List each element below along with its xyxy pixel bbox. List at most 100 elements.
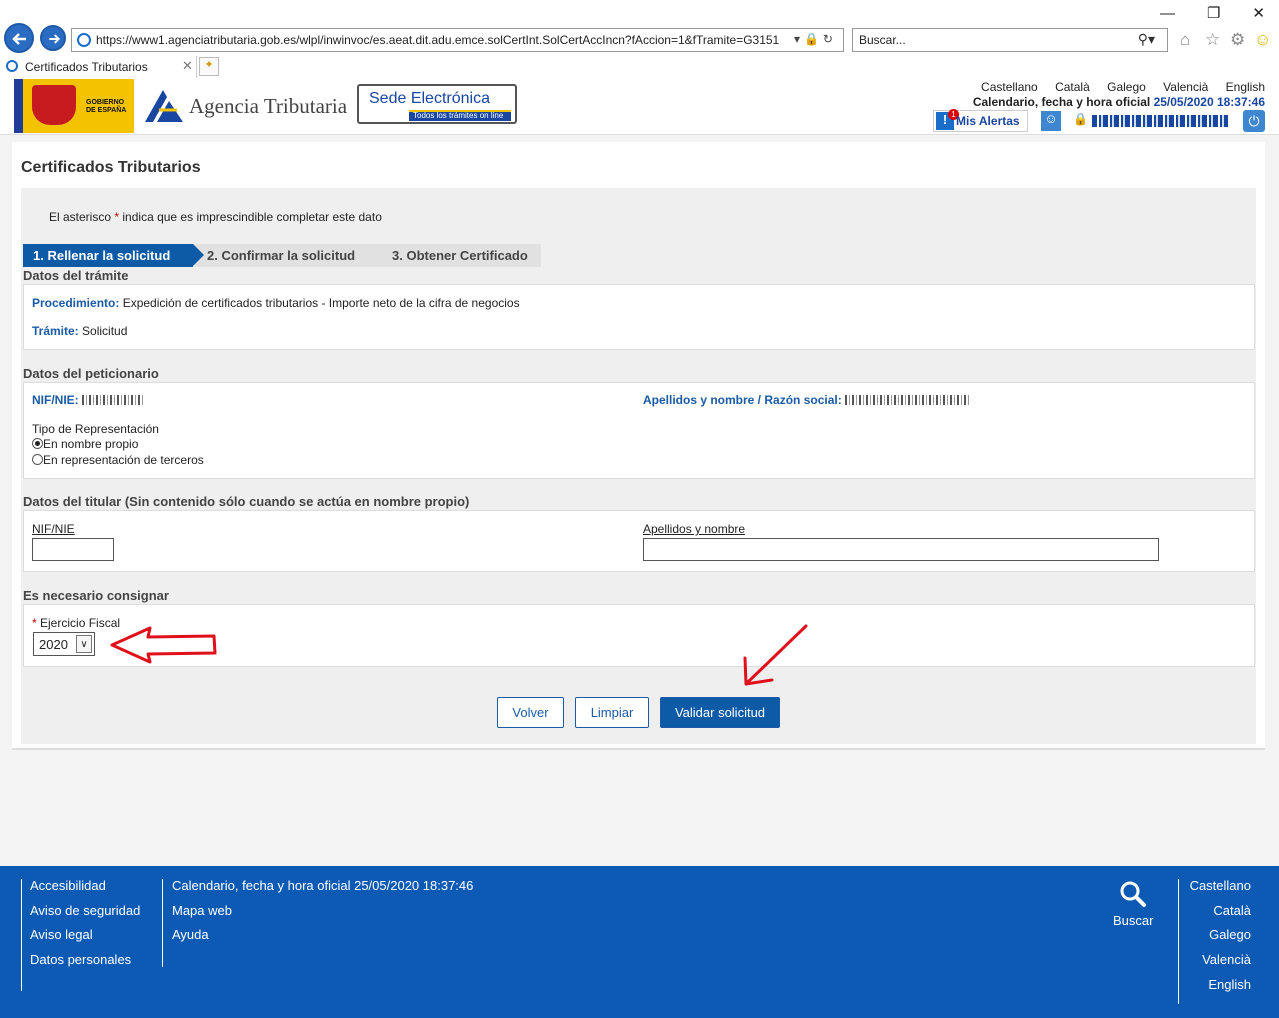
site-footer: Accesibilidad Aviso de seguridad Aviso l… xyxy=(0,866,1279,1018)
lang-galego[interactable]: Galego xyxy=(1107,80,1146,94)
arrow-left-icon xyxy=(12,33,26,45)
step2-arrow xyxy=(370,244,381,266)
coat-of-arms-icon xyxy=(32,85,76,125)
ejercicio-fiscal-value: 2020 xyxy=(39,637,68,652)
user-icon: ☺ xyxy=(1041,111,1061,131)
radio-nombre-propio[interactable]: En nombre propio xyxy=(32,437,138,451)
section-title-consignar: Es necesario consignar xyxy=(23,588,169,603)
procedimiento-value: Expedición de certificados tributarios -… xyxy=(122,296,520,310)
radio-unselected-icon[interactable] xyxy=(32,454,43,465)
footer-search-button[interactable]: Buscar xyxy=(1113,880,1153,928)
section-title-peticionario: Datos del peticionario xyxy=(23,366,159,381)
footer-lang-castellano[interactable]: Castellano xyxy=(1190,878,1251,903)
home-icon[interactable]: ⌂ xyxy=(1180,30,1190,50)
footer-languages: Castellano Català Galego Valencià Englis… xyxy=(1190,878,1251,1001)
radio-selected-icon[interactable] xyxy=(32,438,43,449)
footer-link-calendario[interactable]: Calendario, fecha y hora oficial 25/05/2… xyxy=(172,878,473,903)
titular-nombre-input[interactable] xyxy=(643,538,1159,561)
forward-button[interactable] xyxy=(40,25,66,51)
lang-english[interactable]: English xyxy=(1226,80,1265,94)
window-controls: — ❐ ✕ xyxy=(1128,4,1265,22)
validar-solicitud-button[interactable]: Validar solicitud xyxy=(660,697,780,728)
smiley-feedback-icon[interactable]: ☺ xyxy=(1254,30,1271,50)
user-info[interactable]: ☺ 🔒 xyxy=(1040,110,1230,132)
browser-tab[interactable]: Certificados Tributarios ✕ xyxy=(0,56,197,78)
footer-lang-catala[interactable]: Català xyxy=(1190,903,1251,928)
search-icon xyxy=(1120,881,1147,907)
site-header: GOBIERNO DE ESPAÑA Agencia Tributaria Sed… xyxy=(0,78,1279,135)
mis-alertas-button[interactable]: ! 1 Mis Alertas xyxy=(933,109,1028,132)
agency-name[interactable]: Agencia Tributaria xyxy=(189,94,347,119)
address-controls[interactable]: ▾🔒↻ xyxy=(794,32,837,46)
nombre-label: Apellidos y nombre / Razón social: xyxy=(643,393,842,407)
footer-search-label: Buscar xyxy=(1113,913,1154,928)
search-icon[interactable]: ⚲▾ xyxy=(1138,31,1155,48)
redacted-nif xyxy=(82,395,145,405)
calendar-datetime: 25/05/2020 18:37:46 xyxy=(1153,95,1265,109)
footer-col-2: Calendario, fecha y hora oficial 25/05/2… xyxy=(172,878,473,952)
radio-terceros-label: En representación de terceros xyxy=(43,453,204,467)
ejercicio-fiscal-select[interactable]: 2020 ∨ xyxy=(33,632,95,656)
lock-icon: 🔒 xyxy=(1073,112,1088,126)
sede-title: Sede Electrónica xyxy=(369,90,490,107)
asterisk-note-post: indica que es imprescindible completar e… xyxy=(122,210,382,224)
logout-power-icon[interactable]: ⏻ xyxy=(1243,110,1265,132)
footer-lang-english[interactable]: English xyxy=(1190,977,1251,1002)
footer-link-aviso-legal[interactable]: Aviso legal xyxy=(30,927,140,952)
footer-divider xyxy=(21,879,22,991)
nif-label: NIF/NIE: xyxy=(32,393,79,407)
new-tab-button[interactable]: ✦ xyxy=(199,57,219,76)
footer-lang-valencia[interactable]: Valencià xyxy=(1190,952,1251,977)
footer-col-1: Accesibilidad Aviso de seguridad Aviso l… xyxy=(30,878,140,977)
footer-lang-galego[interactable]: Galego xyxy=(1190,927,1251,952)
panel-peticionario: NIF/NIE: Apellidos y nombre / Razón soci… xyxy=(23,382,1255,479)
official-calendar[interactable]: Calendario, fecha y hora oficial 25/05/2… xyxy=(973,95,1265,109)
calendar-label: Calendario, fecha y hora oficial xyxy=(972,95,1151,109)
back-button[interactable] xyxy=(4,23,34,53)
tramite-label: Trámite: xyxy=(32,324,79,338)
nombre-row: Apellidos y nombre / Razón social: xyxy=(643,393,970,407)
tab-close-icon[interactable]: ✕ xyxy=(182,58,193,74)
procedimiento-row: Procedimiento: Expedición de certificado… xyxy=(32,296,520,310)
eu-flag-strip xyxy=(14,79,23,133)
restore-icon[interactable]: ❐ xyxy=(1207,5,1220,22)
lang-castellano[interactable]: Castellano xyxy=(981,80,1038,94)
titular-nombre-label: Apellidos y nombre xyxy=(643,522,746,536)
step-obtener-certificado: 3. Obtener Certificado xyxy=(370,244,541,267)
radio-representacion-terceros[interactable]: En representación de terceros xyxy=(32,453,204,467)
close-icon[interactable]: ✕ xyxy=(1252,5,1265,22)
settings-gear-icon[interactable]: ⚙ xyxy=(1230,30,1245,50)
lang-valencia[interactable]: Valencià xyxy=(1163,80,1208,94)
sede-electronica-logo[interactable]: Sede Electrónica Todos los trámites on l… xyxy=(357,84,517,124)
url-text: https://www1.agenciatributaria.gob.es/wl… xyxy=(96,33,780,47)
footer-link-mapa-web[interactable]: Mapa web xyxy=(172,903,473,928)
lang-catala[interactable]: Català xyxy=(1055,80,1090,94)
panel-tramite: Procedimiento: Expedición de certificado… xyxy=(23,284,1255,350)
footer-link-ayuda[interactable]: Ayuda xyxy=(172,927,473,952)
address-bar[interactable]: https://www1.agenciatributaria.gob.es/wl… xyxy=(71,28,844,52)
footer-link-datos-personales[interactable]: Datos personales xyxy=(30,952,140,977)
browser-search-input[interactable]: Buscar... ⚲▾ xyxy=(852,28,1168,52)
search-placeholder: Buscar... xyxy=(859,33,906,47)
browser-chrome: — ❐ ✕ https://www1.agenciatributaria.gob.e… xyxy=(0,0,1279,78)
language-selector: Castellano Català Galego Valencià Englis… xyxy=(967,80,1265,94)
redacted-nombre xyxy=(845,395,970,405)
footer-divider xyxy=(162,879,163,967)
limpiar-button[interactable]: Limpiar xyxy=(575,697,649,728)
step-confirmar-solicitud: 2. Confirmar la solicitud xyxy=(195,244,370,267)
required-asterisk: * xyxy=(114,210,120,224)
favorites-star-icon[interactable]: ☆ xyxy=(1205,30,1220,50)
step-rellenar-solicitud: 1. Rellenar la solicitud xyxy=(23,244,193,267)
minimize-icon[interactable]: — xyxy=(1160,5,1175,22)
footer-link-aviso-seguridad[interactable]: Aviso de seguridad xyxy=(30,903,140,928)
chevron-down-icon[interactable]: ∨ xyxy=(76,635,92,653)
footer-link-accesibilidad[interactable]: Accesibilidad xyxy=(30,878,140,903)
volver-button[interactable]: Volver xyxy=(497,697,564,728)
alerts-label: Mis Alertas xyxy=(956,114,1020,128)
titular-nif-input[interactable] xyxy=(32,538,114,561)
aeat-logo-icon[interactable] xyxy=(143,88,185,124)
sede-subtitle: Todos los trámites on line xyxy=(413,111,504,120)
section-title-titular: Datos del titular (Sin contenido sólo cu… xyxy=(23,494,470,509)
gobierno-espana-logo[interactable]: GOBIERNO DE ESPAÑA xyxy=(14,79,134,133)
annotation-arrow-left-icon xyxy=(110,626,217,664)
